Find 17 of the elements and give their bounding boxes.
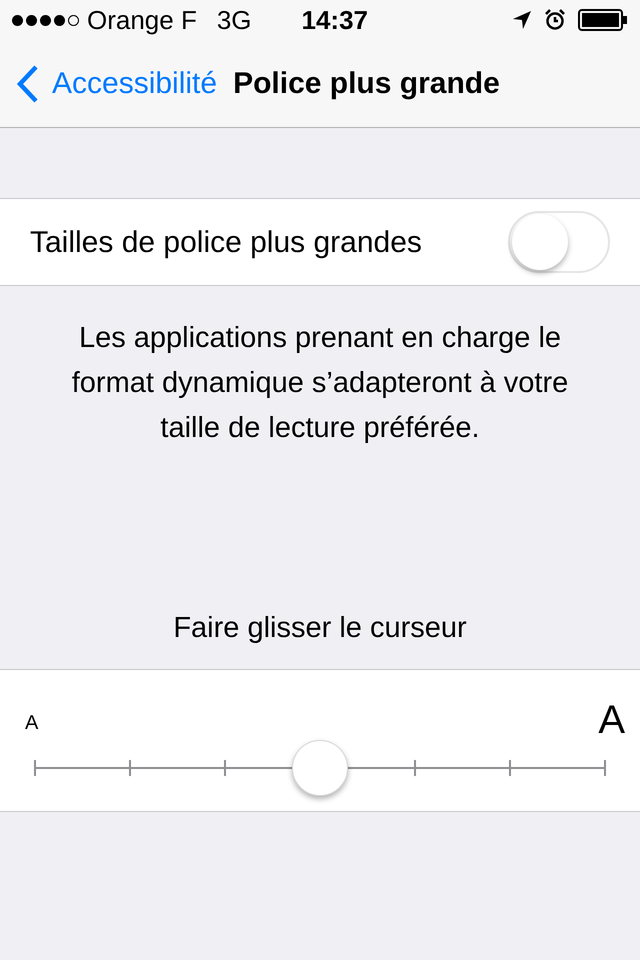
description-text: Les applications prenant en charge le format dynamique s’adapteront à votre taille de lecture préférée. (70, 321, 570, 446)
network-type: 3G (216, 4, 252, 36)
text-size-slider[interactable] (35, 740, 605, 796)
slider-hint: Faire glisser le curseur (172, 611, 468, 646)
clock-time: 14:37 (302, 4, 368, 36)
carrier-name: Orange F (87, 4, 197, 36)
chevron-left-icon (16, 64, 40, 104)
setting-label: Tailles de police plus grandes (30, 224, 422, 260)
page-title: Police plus grande (233, 66, 500, 102)
small-text-label: A (25, 711, 38, 736)
signal-icon (12, 14, 79, 26)
location-arrow-icon (512, 10, 532, 30)
large-text-label: A (598, 700, 625, 740)
back-button[interactable]: Accessibilité (16, 61, 218, 106)
alarm-clock-icon (544, 9, 566, 31)
slider-thumb[interactable] (292, 740, 348, 796)
battery-icon (578, 9, 628, 31)
